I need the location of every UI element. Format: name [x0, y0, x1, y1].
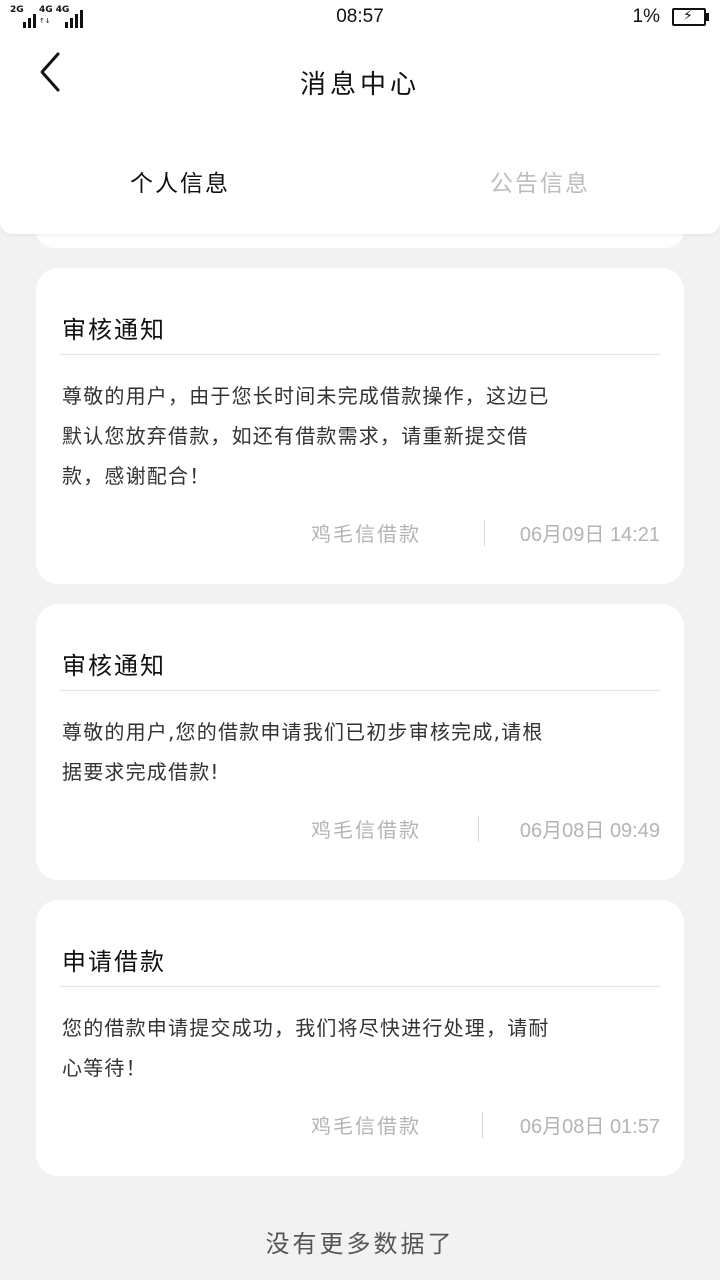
- message-time: 06月08日 09:49: [519, 820, 660, 842]
- tab-personal-messages[interactable]: 个人信息: [0, 164, 360, 198]
- message-title: 申请借款: [62, 948, 166, 976]
- message-body-line: 据要求完成借款!: [62, 760, 220, 784]
- divider: [60, 986, 660, 987]
- footer-separator: [484, 520, 485, 546]
- message-card[interactable]: 申请借款 您的借款申请提交成功，我们将尽快进行处理，请耐 心等待！ 鸡毛信借款 …: [36, 900, 684, 1176]
- battery-area: 1% ⚡: [632, 6, 709, 28]
- message-body-line: 默认您放弃借款，如还有借款需求，请重新提交借: [62, 424, 529, 448]
- message-body-line: 尊敬的用户，由于您长时间未完成借款操作，这边已: [62, 384, 550, 408]
- message-body: 尊敬的用户，由于您长时间未完成借款操作，这边已 默认您放弃借款，如还有借款需求，…: [62, 376, 662, 496]
- page-title: 消息中心: [299, 70, 420, 100]
- message-footer: 鸡毛信借款 06月09日 14:21: [36, 518, 684, 548]
- message-body: 尊敬的用户,您的借款申请我们已初步审核完成,请根 据要求完成借款!: [62, 712, 662, 792]
- footer-separator: [482, 1112, 483, 1138]
- message-body: 您的借款申请提交成功，我们将尽快进行处理，请耐 心等待！: [62, 1008, 662, 1088]
- message-body-line: 心等待！: [62, 1056, 147, 1080]
- divider: [60, 354, 660, 355]
- footer-separator: [478, 816, 479, 842]
- message-source: 鸡毛信借款: [311, 522, 421, 546]
- message-source: 鸡毛信借款: [311, 1114, 421, 1138]
- divider: [60, 690, 660, 691]
- status-bar: 2G 4G 4G ↑↓ 08:57 1% ⚡: [0, 0, 720, 36]
- no-more-data-text: 没有更多数据了: [265, 1230, 455, 1258]
- message-title: 审核通知: [62, 316, 166, 344]
- tab-announcements[interactable]: 公告信息: [360, 164, 720, 198]
- message-body-line: 款，感谢配合！: [62, 464, 211, 488]
- battery-percent: 1%: [632, 6, 660, 27]
- app-header: 消息中心: [0, 36, 720, 126]
- message-body-line: 尊敬的用户,您的借款申请我们已初步审核完成,请根: [62, 720, 544, 744]
- message-body-line: 您的借款申请提交成功，我们将尽快进行处理，请耐: [62, 1016, 550, 1040]
- message-title: 审核通知: [62, 652, 166, 680]
- message-footer: 鸡毛信借款 06月08日 01:57: [36, 1110, 684, 1140]
- message-card[interactable]: 审核通知 尊敬的用户，由于您长时间未完成借款操作，这边已 默认您放弃借款，如还有…: [36, 268, 684, 584]
- status-time: 08:57: [336, 6, 384, 27]
- message-time: 06月09日 14:21: [519, 524, 660, 546]
- message-footer: 鸡毛信借款 06月08日 09:49: [36, 814, 684, 844]
- message-card[interactable]: 审核通知 尊敬的用户,您的借款申请我们已初步审核完成,请根 据要求完成借款! 鸡…: [36, 604, 684, 880]
- message-time: 06月08日 01:57: [519, 1116, 660, 1138]
- message-source: 鸡毛信借款: [311, 818, 421, 842]
- tab-bar: 个人信息 公告信息: [0, 124, 720, 234]
- battery-charging-icon: ⚡: [672, 8, 709, 26]
